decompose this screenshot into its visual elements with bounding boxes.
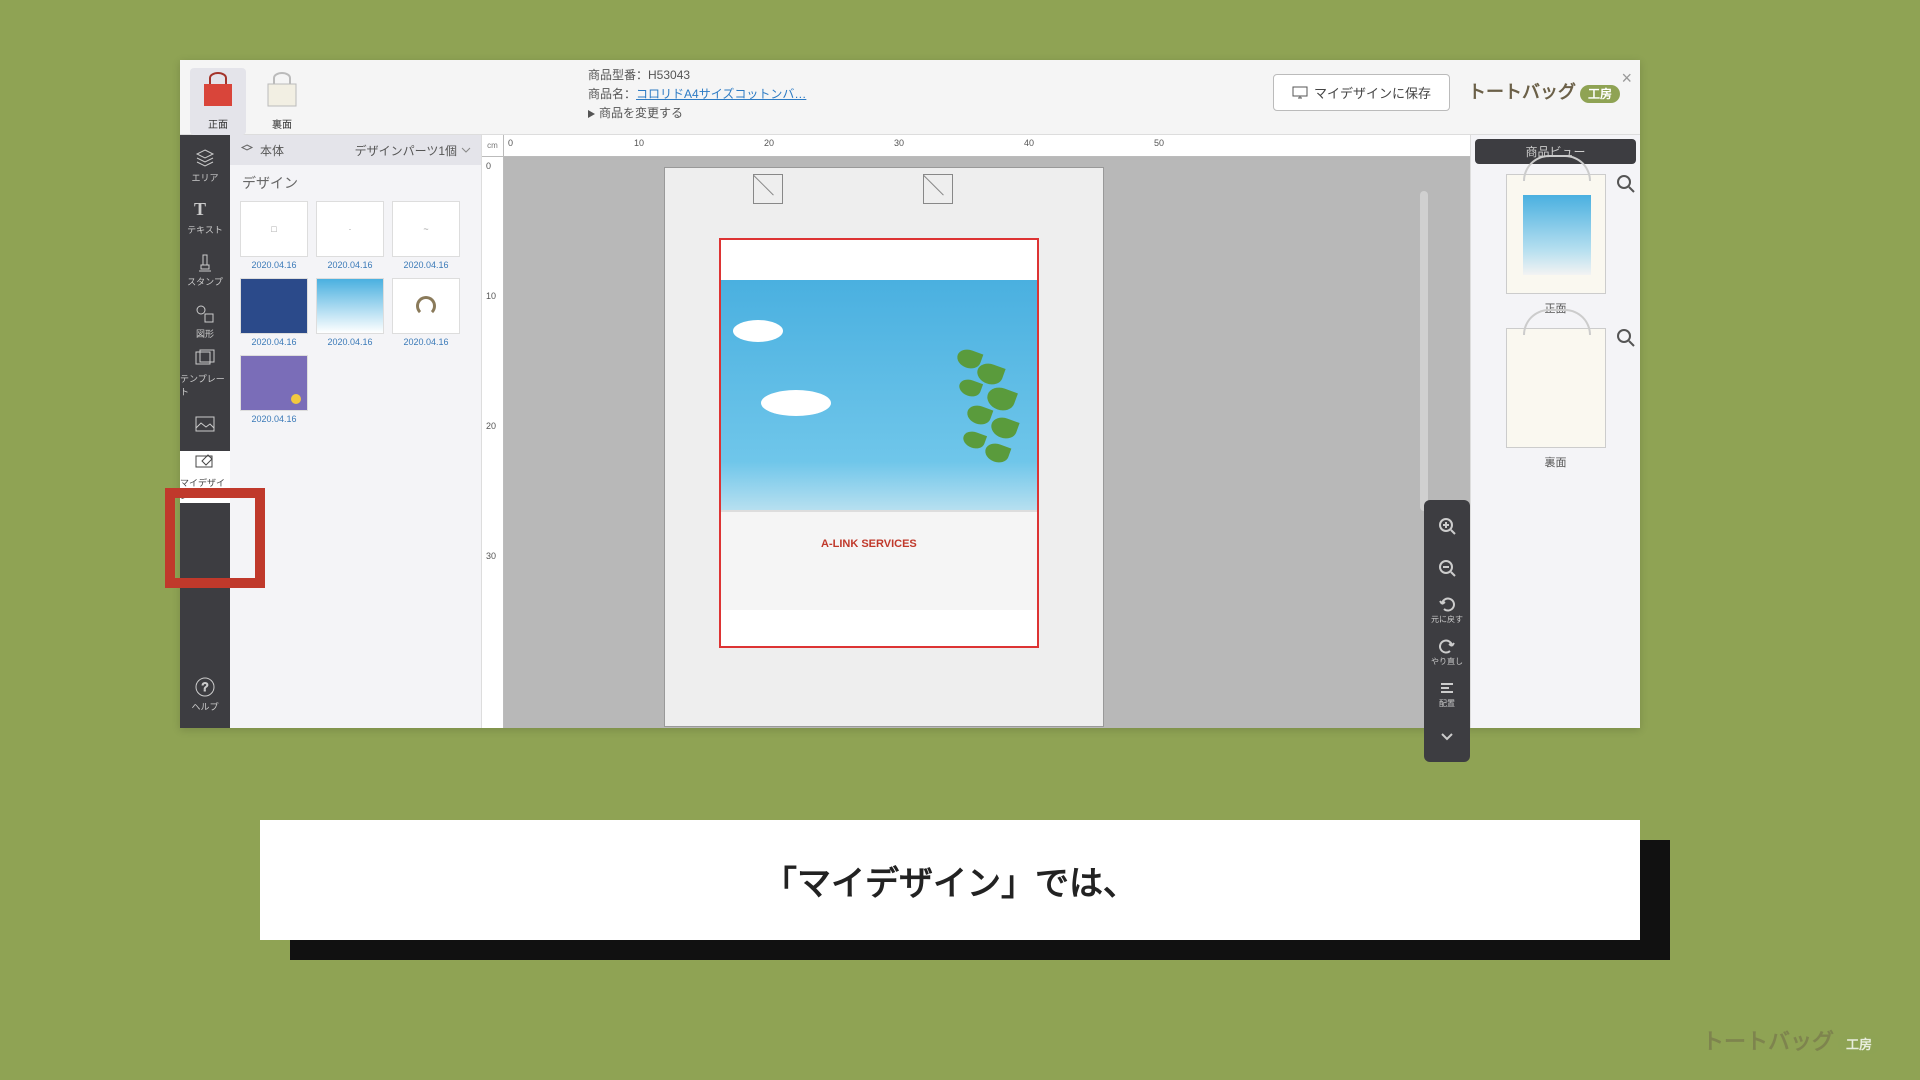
header-info: 商品型番：H53043 商品名：コロリドA4サイズコットンバ… 商品を変更する <box>328 60 1273 124</box>
play-icon <box>588 110 595 118</box>
model-value: H53043 <box>648 66 690 85</box>
bag-back-icon <box>262 72 302 108</box>
zoom-in-button[interactable] <box>1429 508 1465 544</box>
svg-text:?: ? <box>202 680 209 694</box>
save-mydesign-button[interactable]: マイデザインに保存 <box>1273 74 1450 111</box>
model-label: 商品型番： <box>588 66 648 85</box>
product-outline: A-LINK SERVICES <box>664 167 1104 727</box>
design-thumb[interactable]: 2020.04.16 <box>240 355 308 424</box>
zoom-out-icon <box>1438 559 1456 577</box>
tool-text[interactable]: Tテキスト <box>180 191 230 243</box>
tool-template[interactable]: テンプレート <box>180 347 230 399</box>
magnify-icon[interactable] <box>1616 328 1636 348</box>
shapes-icon <box>194 303 216 325</box>
undo-icon <box>1438 595 1456 613</box>
layers-icon <box>240 143 254 157</box>
panel-head: 本体 デザインパーツ1個 <box>230 135 481 165</box>
view-tab-front-label: 正面 <box>208 120 228 131</box>
canvas-tools: 元に戻す やり直し 配置 <box>1424 500 1470 762</box>
header: 正面 裏面 商品型番：H53043 商品名：コロリドA4サイズコットンバ… 商品… <box>180 60 1640 135</box>
design-thumb[interactable]: 2020.04.16 <box>392 278 460 347</box>
zoom-out-button[interactable] <box>1429 550 1465 586</box>
layers-icon <box>194 147 216 169</box>
preview-back[interactable] <box>1477 324 1634 452</box>
bag-front-icon <box>198 72 238 108</box>
design-thumb[interactable]: 2020.04.16 <box>316 278 384 347</box>
help-icon: ? <box>194 676 216 698</box>
view-tabs: 正面 裏面 <box>180 60 328 135</box>
mydesign-icon <box>194 452 216 474</box>
magnify-icon[interactable] <box>1616 174 1636 194</box>
design-panel: 本体 デザインパーツ1個 デザイン □2020.04.16 ·2020.04.1… <box>230 135 482 728</box>
template-icon <box>194 348 216 370</box>
view-tab-front[interactable]: 正面 <box>190 68 246 135</box>
view-tab-back[interactable]: 裏面 <box>254 68 310 135</box>
monitor-icon <box>1292 86 1308 100</box>
product-name-link[interactable]: コロリドA4サイズコットンバ… <box>636 85 806 104</box>
tool-help[interactable]: ?ヘルプ <box>180 668 230 720</box>
preview-back-label: 裏面 <box>1471 454 1640 470</box>
tree-decoration <box>947 340 1043 490</box>
parts-dropdown[interactable]: デザインパーツ1個 <box>355 142 471 159</box>
close-button[interactable]: × <box>1621 68 1632 89</box>
building: A-LINK SERVICES <box>721 510 1037 610</box>
tool-stamp[interactable]: スタンプ <box>180 243 230 295</box>
change-product-link[interactable]: 商品を変更する <box>588 104 1273 123</box>
placed-image[interactable]: A-LINK SERVICES <box>721 280 1037 610</box>
redo-icon <box>1438 637 1456 655</box>
building-logo: A-LINK SERVICES <box>821 538 917 550</box>
tool-column: エリア Tテキスト スタンプ 図形 テンプレート マイデザイン ?ヘルプ <box>180 135 230 728</box>
chevron-down-icon <box>461 147 471 153</box>
tool-image[interactable] <box>180 399 230 451</box>
redo-button[interactable]: やり直し <box>1429 634 1465 670</box>
design-thumb[interactable]: 2020.04.16 <box>240 278 308 347</box>
tool-area[interactable]: エリア <box>180 139 230 191</box>
more-tools-button[interactable] <box>1429 718 1465 754</box>
chevron-down-icon <box>1438 727 1456 745</box>
image-icon <box>194 414 216 436</box>
design-thumb[interactable]: ~2020.04.16 <box>392 201 460 270</box>
preview-panel: 商品ビュー 正面 裏面 <box>1470 135 1640 728</box>
preview-front[interactable] <box>1477 170 1634 298</box>
highlight-mydesign <box>165 488 265 588</box>
print-area[interactable]: A-LINK SERVICES <box>719 238 1039 648</box>
panel-section-title: デザイン <box>230 165 481 201</box>
canvas-stage[interactable]: A-LINK SERVICES <box>504 157 1470 728</box>
design-thumb[interactable]: ·2020.04.16 <box>316 201 384 270</box>
stamp-icon <box>194 251 216 273</box>
zoom-in-icon <box>1438 517 1456 535</box>
tool-shape[interactable]: 図形 <box>180 295 230 347</box>
align-button[interactable]: 配置 <box>1429 676 1465 712</box>
design-thumbnails: □2020.04.16 ·2020.04.16 ~2020.04.16 2020… <box>230 201 481 424</box>
ruler-horizontal: 01020304050 <box>504 135 1470 157</box>
undo-button[interactable]: 元に戻す <box>1429 592 1465 628</box>
design-thumb[interactable]: □2020.04.16 <box>240 201 308 270</box>
ruler-unit: cm <box>482 135 504 157</box>
handle-guides <box>753 168 993 208</box>
name-label: 商品名： <box>588 85 636 104</box>
tutorial-caption: 「マイデザイン」では、 <box>260 820 1640 940</box>
align-icon <box>1438 679 1456 697</box>
ruler-vertical: 0102030 <box>482 157 504 728</box>
area-name: 本体 <box>260 142 284 159</box>
view-tab-back-label: 裏面 <box>272 120 292 131</box>
scrollbar-vertical[interactable] <box>1420 191 1428 511</box>
canvas-area: cm 01020304050 0102030 <box>482 135 1470 728</box>
watermark: トートバッグ工房 <box>1702 1024 1880 1056</box>
brand-logo: トートバッグ工房 <box>1468 78 1620 104</box>
text-icon: T <box>194 199 216 221</box>
app-window: × 正面 裏面 商品型番：H53043 商品名：コロリドA4サイズコットンバ… … <box>180 60 1640 728</box>
